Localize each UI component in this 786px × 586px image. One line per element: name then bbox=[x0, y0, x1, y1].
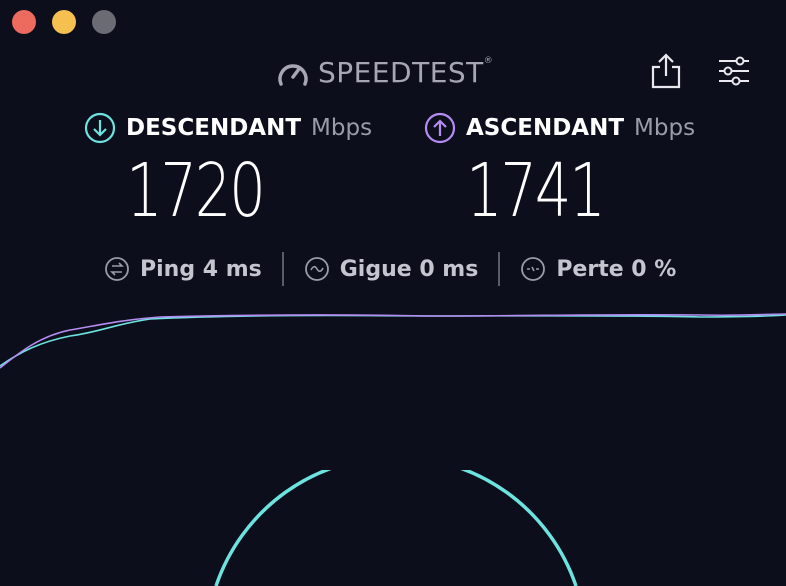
speed-gauge bbox=[214, 470, 578, 586]
close-window-button[interactable] bbox=[12, 10, 36, 34]
brand-logo: SPEEDTEST® bbox=[276, 56, 493, 89]
arrow-up-circle-icon bbox=[424, 112, 456, 144]
upload-metric: ASCENDANT Mbps 1741 bbox=[424, 112, 695, 236]
ping-stat: Ping 4 ms bbox=[104, 256, 262, 282]
jitter-stat: Gigue 0 ms bbox=[304, 256, 479, 282]
latency-stats: Ping 4 ms Gigue 0 ms Perte 0 % bbox=[104, 252, 676, 286]
maximize-window-button[interactable] bbox=[92, 10, 116, 34]
download-label: DESCENDANT bbox=[126, 115, 302, 141]
stat-divider bbox=[281, 252, 284, 286]
jitter-text: Gigue 0 ms bbox=[339, 256, 479, 282]
sliders-icon bbox=[719, 56, 749, 86]
upload-unit: Mbps bbox=[634, 115, 696, 141]
ping-icon bbox=[105, 257, 129, 281]
settings-button[interactable] bbox=[716, 55, 752, 87]
gauge-arc bbox=[214, 470, 578, 586]
download-metric: DESCENDANT Mbps 1720 bbox=[84, 112, 372, 236]
upload-value: 1741 bbox=[466, 148, 606, 234]
share-button[interactable] bbox=[648, 52, 684, 90]
stat-divider bbox=[498, 252, 501, 286]
gauge-icon bbox=[278, 63, 308, 86]
download-value: 1720 bbox=[126, 148, 266, 234]
packet-loss-icon bbox=[521, 257, 546, 281]
download-unit: Mbps bbox=[311, 115, 373, 141]
upload-speed-line bbox=[0, 313, 786, 369]
speed-graph bbox=[0, 313, 786, 369]
upload-label: ASCENDANT bbox=[466, 115, 625, 141]
jitter-icon bbox=[304, 257, 329, 281]
ping-text: Ping 4 ms bbox=[140, 256, 262, 282]
loss-stat: Perte 0 % bbox=[520, 256, 676, 282]
arrow-down-circle-icon bbox=[84, 112, 116, 144]
window-controls bbox=[12, 10, 116, 34]
loss-text: Perte 0 % bbox=[556, 256, 677, 282]
share-icon bbox=[651, 53, 681, 89]
minimize-window-button[interactable] bbox=[52, 10, 76, 34]
brand-name: SPEEDTEST® bbox=[318, 56, 494, 89]
